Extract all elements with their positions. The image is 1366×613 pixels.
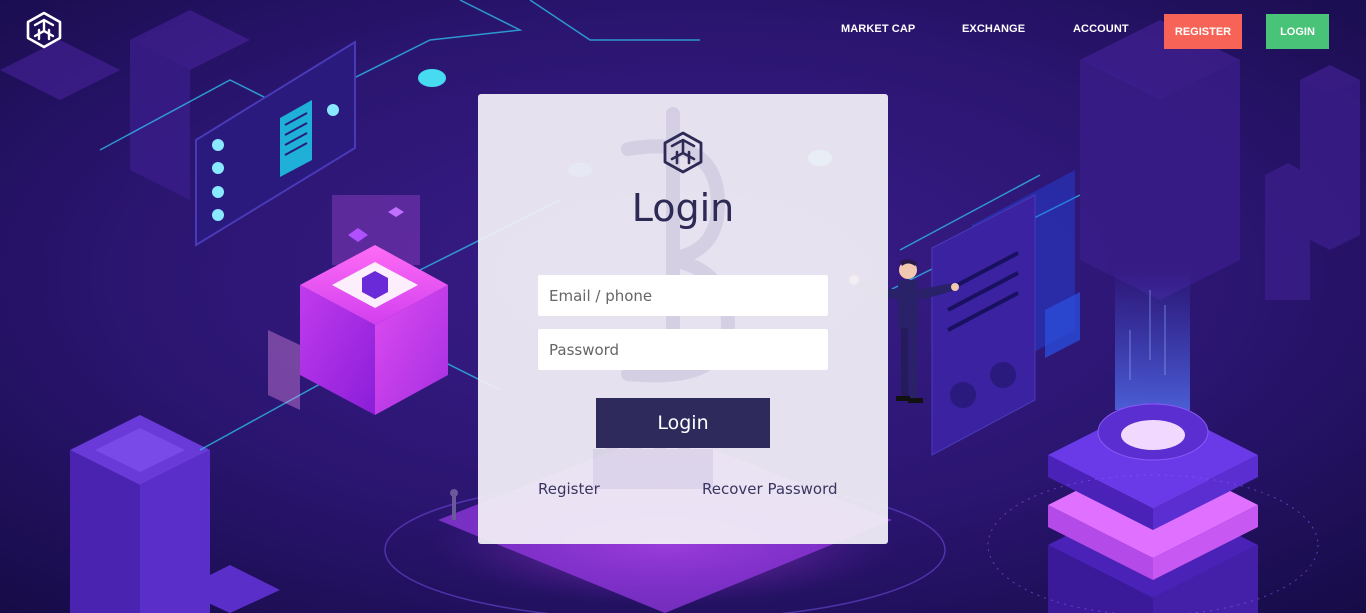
register-link[interactable]: Register (538, 480, 600, 498)
nav-link-market-cap[interactable]: MARKET CAP (841, 23, 915, 39)
nav-link-exchange[interactable]: EXCHANGE (962, 23, 1025, 39)
recover-password-link[interactable]: Recover Password (702, 480, 838, 498)
password-input[interactable] (538, 329, 828, 370)
login-nav-button[interactable]: LOGIN (1266, 14, 1329, 49)
email-phone-input[interactable] (538, 275, 828, 316)
login-submit-button[interactable]: Login (596, 398, 770, 448)
login-title: Login (631, 186, 735, 230)
card-cube-logo-icon (663, 131, 703, 174)
hexagon-cube-logo-icon[interactable] (26, 11, 62, 49)
top-navbar: MARKET CAP EXCHANGE ACCOUNT REGISTER LOG… (0, 0, 1366, 62)
login-card: Login Login Register Recover Password (478, 94, 888, 544)
register-button[interactable]: REGISTER (1164, 14, 1242, 49)
nav-link-account[interactable]: ACCOUNT (1073, 23, 1129, 39)
